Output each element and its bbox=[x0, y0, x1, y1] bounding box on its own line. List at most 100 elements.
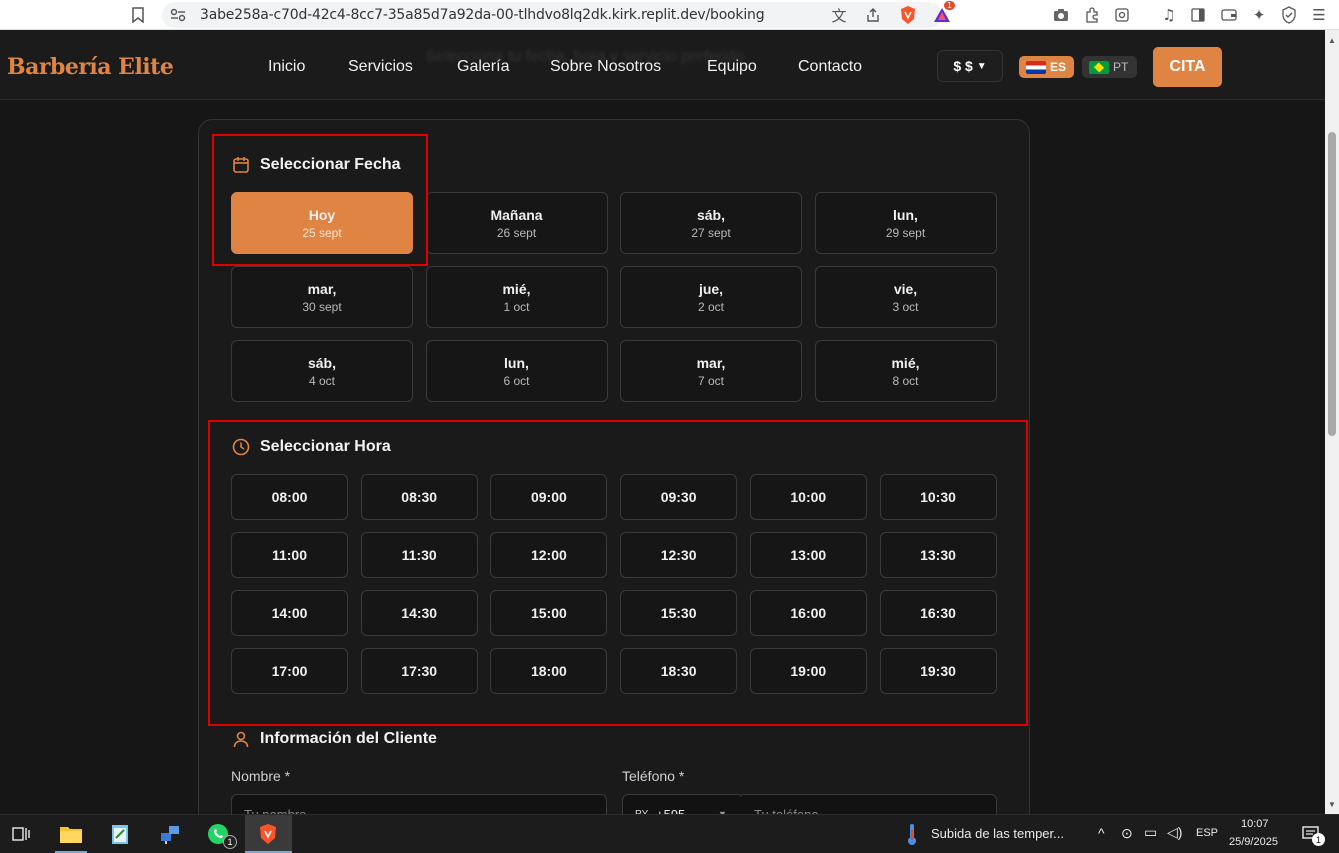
nav-contacto[interactable]: Contacto bbox=[798, 58, 862, 76]
thermometer-icon[interactable] bbox=[899, 821, 925, 847]
nav-inicio[interactable]: Inicio bbox=[268, 58, 305, 76]
date-option-day: sáb, bbox=[696, 206, 725, 223]
site-logo[interactable]: Barbería Elite bbox=[7, 54, 174, 80]
date-option[interactable]: mié, 8 oct bbox=[814, 340, 997, 402]
date-option-date: 1 oct bbox=[503, 299, 530, 314]
page-scrollbar[interactable]: ▲ ▼ bbox=[1325, 30, 1339, 814]
date-option-day: mar, bbox=[696, 354, 726, 371]
date-option-date: 6 oct bbox=[503, 373, 530, 388]
lang-es-label: ES bbox=[1050, 60, 1067, 74]
network-icon[interactable]: ▭ bbox=[1144, 824, 1157, 841]
brazil-flag-icon bbox=[1089, 60, 1109, 74]
notification-center-icon[interactable]: 1 bbox=[1298, 821, 1325, 847]
date-option-day: lun, bbox=[504, 354, 529, 371]
leo-ai-icon[interactable]: ✦ bbox=[1249, 5, 1269, 25]
date-option-date: 4 oct bbox=[308, 373, 335, 388]
date-option[interactable]: sáb, 27 sept bbox=[620, 192, 802, 254]
camera-icon[interactable] bbox=[1051, 5, 1071, 25]
wallet-icon[interactable] bbox=[1219, 5, 1239, 25]
cita-button[interactable]: CITA bbox=[1153, 47, 1222, 87]
taskbar: 1 Subida de las temper... ^ ⊙ ▭ ◁) ESP 1… bbox=[0, 814, 1339, 853]
music-icon[interactable]: ♫ bbox=[1159, 5, 1179, 25]
site-settings-icon[interactable] bbox=[168, 5, 188, 25]
name-label: Nombre * bbox=[231, 768, 291, 784]
date-option-day: jue, bbox=[698, 280, 724, 297]
volume-icon[interactable]: ◁) bbox=[1167, 824, 1182, 841]
scroll-up-arrow-icon[interactable]: ▲ bbox=[1328, 36, 1336, 45]
lang-pt-label: PT bbox=[1113, 60, 1129, 74]
rewards-badge: 1 bbox=[944, 1, 956, 10]
clock-date[interactable]: 25/9/2025 bbox=[1229, 836, 1278, 848]
brave-shields-icon[interactable] bbox=[898, 5, 918, 25]
file-explorer-icon[interactable] bbox=[58, 821, 84, 847]
currency-select[interactable]: $ $ ▼ bbox=[937, 50, 1003, 82]
address-bar[interactable]: 3abe258a-c70d-42c4-8cc7-35a85d7a92da-00-… bbox=[162, 2, 942, 28]
date-option[interactable]: lun, 29 sept bbox=[814, 192, 997, 254]
date-option-date: 30 sept bbox=[302, 299, 342, 314]
paraguay-flag-icon bbox=[1026, 60, 1046, 74]
notification-count: 1 bbox=[1312, 833, 1325, 846]
currency-label: $ $ bbox=[953, 58, 973, 74]
date-option[interactable]: jue, 2 oct bbox=[620, 266, 802, 328]
date-option-day: vie, bbox=[893, 280, 918, 297]
clock-time[interactable]: 10:07 bbox=[1241, 818, 1269, 830]
user-icon bbox=[233, 731, 249, 748]
date-option-day: sáb, bbox=[307, 354, 336, 371]
whatsapp-icon[interactable]: 1 bbox=[205, 821, 237, 849]
network-app-icon[interactable] bbox=[157, 821, 183, 847]
language-es-button[interactable]: ES bbox=[1019, 56, 1074, 78]
nav-galeria[interactable]: Galería bbox=[457, 58, 509, 76]
nav-equipo[interactable]: Equipo bbox=[707, 58, 757, 76]
vpn-shield-icon[interactable] bbox=[1279, 5, 1299, 25]
brave-browser-icon[interactable] bbox=[255, 821, 281, 847]
site-header: Barbería Elite Selecciona tu fecha, hora… bbox=[0, 30, 1339, 100]
meet-now-icon[interactable]: ⊙ bbox=[1121, 825, 1133, 842]
scroll-down-arrow-icon[interactable]: ▼ bbox=[1328, 800, 1336, 809]
bookmark-icon[interactable] bbox=[128, 5, 148, 25]
date-option-date: 29 sept bbox=[885, 225, 926, 240]
date-option-date: 8 oct bbox=[892, 373, 919, 388]
date-option-day: mié, bbox=[502, 280, 531, 297]
date-option-day: mié, bbox=[891, 354, 920, 371]
date-option-day: Mañana bbox=[490, 206, 543, 223]
reader-mode-icon[interactable] bbox=[1112, 5, 1132, 25]
sidebar-icon[interactable] bbox=[1188, 5, 1208, 25]
scroll-thumb[interactable] bbox=[1328, 132, 1336, 436]
date-option-day: mar, bbox=[307, 280, 337, 297]
notepad-icon[interactable] bbox=[107, 821, 133, 847]
chevron-up-icon[interactable]: ^ bbox=[1098, 825, 1105, 841]
client-section-title: Información del Cliente bbox=[232, 730, 437, 748]
date-option[interactable]: mié, 1 oct bbox=[425, 266, 608, 328]
whatsapp-badge: 1 bbox=[223, 835, 237, 849]
nav-servicios[interactable]: Servicios bbox=[348, 58, 413, 76]
nav-sobre-nosotros[interactable]: Sobre Nosotros bbox=[550, 58, 661, 76]
highlight-box-date bbox=[212, 134, 428, 266]
date-option-date: 3 oct bbox=[892, 299, 919, 314]
share-icon[interactable] bbox=[863, 5, 883, 25]
date-option-date: 7 oct bbox=[697, 373, 724, 388]
task-view-icon[interactable] bbox=[8, 821, 34, 847]
input-language[interactable]: ESP bbox=[1196, 827, 1218, 839]
highlight-box-time bbox=[208, 420, 1028, 726]
date-option[interactable]: lun, 6 oct bbox=[425, 340, 608, 402]
date-option[interactable]: sáb, 4 oct bbox=[231, 340, 413, 402]
date-option[interactable]: vie, 3 oct bbox=[814, 266, 997, 328]
client-section-label: Información del Cliente bbox=[260, 730, 437, 747]
date-option[interactable]: mar, 7 oct bbox=[620, 340, 802, 402]
url-text: 3abe258a-c70d-42c4-8cc7-35a85d7a92da-00-… bbox=[200, 7, 765, 23]
date-option[interactable]: mar, 30 sept bbox=[231, 266, 413, 328]
date-option-date: 2 oct bbox=[697, 299, 724, 314]
browser-toolbar: 3abe258a-c70d-42c4-8cc7-35a85d7a92da-00-… bbox=[0, 0, 1339, 30]
date-option-date: 26 sept bbox=[496, 225, 537, 240]
date-option-day: lun, bbox=[893, 206, 918, 223]
extensions-icon[interactable] bbox=[1082, 5, 1102, 25]
date-option-date: 27 sept bbox=[691, 225, 731, 240]
menu-icon[interactable]: ☰ bbox=[1309, 5, 1329, 25]
weather-text[interactable]: Subida de las temper... bbox=[931, 826, 1064, 841]
brave-rewards-icon[interactable]: 1 bbox=[932, 1, 956, 25]
language-pt-button[interactable]: PT bbox=[1082, 56, 1137, 78]
phone-label: Teléfono * bbox=[622, 768, 685, 784]
chevron-down-icon: ▼ bbox=[976, 60, 987, 72]
translate-icon[interactable]: 文 bbox=[829, 5, 849, 25]
date-option[interactable]: Mañana 26 sept bbox=[425, 192, 608, 254]
